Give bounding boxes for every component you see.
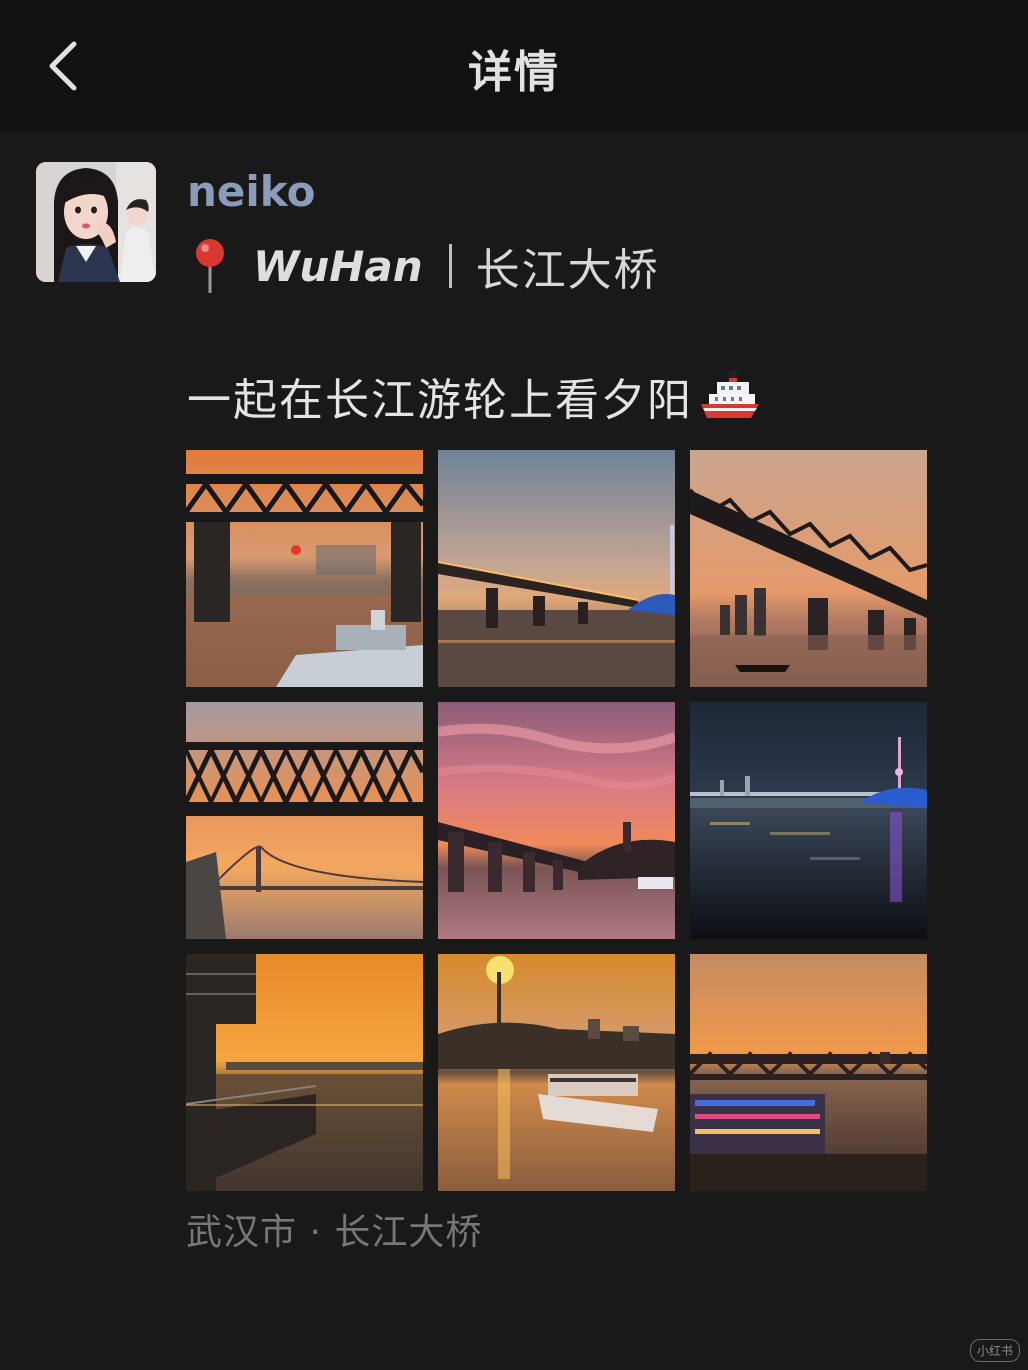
photo-5[interactable] <box>438 702 675 939</box>
photo-1[interactable] <box>186 450 423 687</box>
truss-suspension-sunset-photo <box>186 702 423 939</box>
avatar[interactable] <box>36 162 156 282</box>
photo-8[interactable] <box>438 954 675 1191</box>
red-pin-icon <box>196 239 224 293</box>
location-landmark: 长江大桥 <box>475 245 660 296</box>
place-tag[interactable]: 武汉市 · 长江大桥 <box>186 1203 482 1255</box>
photo-3[interactable] <box>690 450 927 687</box>
dusk-bridge-tower-photo <box>438 450 675 687</box>
photo-2[interactable] <box>438 450 675 687</box>
photo-7[interactable] <box>186 954 423 1191</box>
photo-grid <box>186 450 927 1191</box>
location-separator <box>448 244 452 288</box>
pink-sky-bridge-photo <box>438 702 675 939</box>
username[interactable]: neiko <box>187 167 315 216</box>
watermark: 小红书 <box>969 1339 1020 1362</box>
pier-golden-sunset-photo <box>186 954 423 1191</box>
caption-text: 一起在长江游轮上看夕阳 <box>187 375 693 426</box>
avatar-image <box>36 162 156 282</box>
photo-4[interactable] <box>186 702 423 939</box>
post-caption: 一起在长江游轮上看夕阳 <box>187 362 761 430</box>
ship-icon <box>701 370 759 418</box>
bridge-lit-cruise-photo <box>690 954 927 1191</box>
photo-6[interactable] <box>690 702 927 939</box>
location-city: WuHan <box>253 241 423 291</box>
page-title: 详情 <box>468 47 560 98</box>
tower-sunset-ferry-photo <box>438 954 675 1191</box>
night-skyline-tower-photo <box>690 702 927 939</box>
bridge-silhouette-boat-photo <box>690 450 927 687</box>
post-detail: neiko WuHan 长江大桥 一起在长江游轮上看夕阳 武汉市 · 长江大桥 <box>0 131 1028 1370</box>
top-navbar: 详情 <box>0 0 1028 131</box>
location-line: WuHan 长江大桥 <box>187 234 660 298</box>
sunset-bridge-photo <box>186 450 423 687</box>
photo-9[interactable] <box>690 954 927 1191</box>
